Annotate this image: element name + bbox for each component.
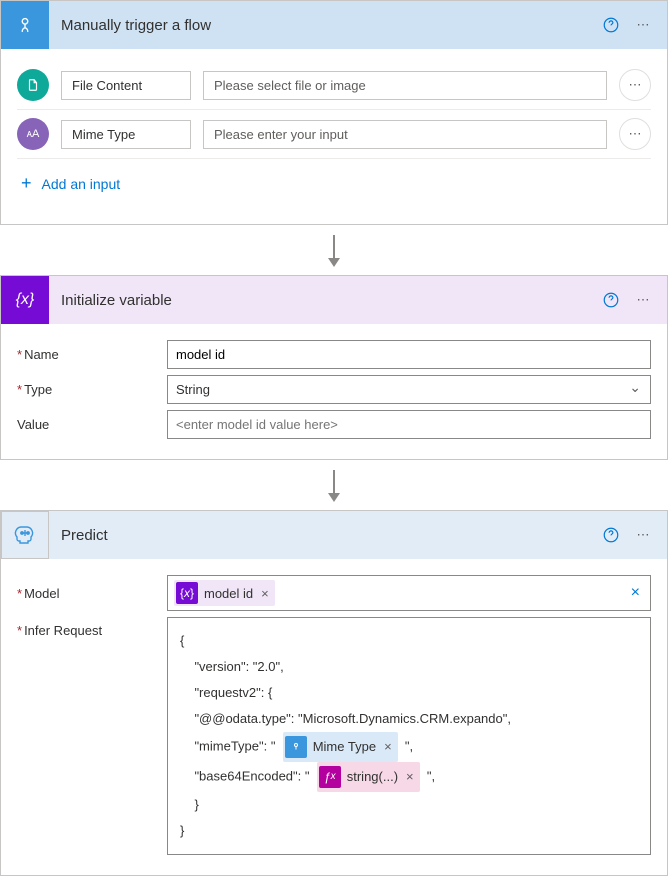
add-input-button[interactable]: + Add an input	[17, 159, 651, 208]
trigger-header[interactable]: Manually trigger a flow ⋯	[1, 1, 667, 49]
variable-icon: {x}	[1, 276, 49, 324]
type-select[interactable]: String	[167, 375, 651, 404]
predict-header[interactable]: Predict ⋯	[1, 511, 667, 559]
input-label-file[interactable]: File Content	[61, 71, 191, 100]
help-button[interactable]	[595, 519, 627, 551]
fx-icon: ƒx	[319, 766, 341, 788]
more-button[interactable]: ⋯	[627, 9, 659, 41]
token-remove-icon[interactable]: ×	[384, 734, 392, 760]
infer-label: *Infer Request	[17, 617, 167, 638]
model-label: *Model	[17, 586, 167, 601]
json-line: "mimeType": " Mime Type × ",	[180, 732, 638, 762]
token-remove-icon[interactable]: ×	[261, 586, 269, 601]
text-icon: ᴀA	[17, 118, 49, 150]
token-label: Mime Type	[313, 734, 376, 760]
token-mime-type[interactable]: Mime Type ×	[283, 732, 398, 762]
variable-icon: {x}	[176, 582, 198, 604]
json-line: "@@odata.type": "Microsoft.Dynamics.CRM.…	[180, 706, 638, 732]
json-line: "base64Encoded": " ƒx string(...) × ",	[180, 762, 638, 792]
more-button[interactable]: ⋯	[627, 519, 659, 551]
predict-title: Predict	[49, 527, 595, 544]
json-line: "requestv2": {	[180, 680, 638, 706]
token-label: model id	[204, 586, 253, 601]
token-expression[interactable]: ƒx string(...) ×	[317, 762, 420, 792]
flow-arrow	[0, 460, 668, 510]
json-line: }	[180, 792, 638, 818]
flow-arrow	[0, 225, 668, 275]
name-input[interactable]	[167, 340, 651, 369]
file-icon	[17, 69, 49, 101]
plus-icon: +	[21, 173, 32, 194]
input-field-file[interactable]: Please select file or image	[203, 71, 607, 100]
trigger-title: Manually trigger a flow	[49, 17, 595, 34]
infer-request-input[interactable]: { "version": "2.0", "requestv2": { "@@od…	[167, 617, 651, 855]
type-label: *Type	[17, 382, 167, 397]
json-line: {	[180, 628, 638, 654]
add-input-label: Add an input	[42, 176, 121, 192]
row-more-button[interactable]: ⋯	[619, 118, 651, 150]
help-button[interactable]	[595, 9, 627, 41]
trigger-input-row-file: File Content Please select file or image…	[17, 61, 651, 110]
initvar-header[interactable]: {x} Initialize variable ⋯	[1, 276, 667, 324]
trigger-input-row-mime: ᴀA Mime Type Please enter your input ⋯	[17, 110, 651, 159]
token-model-id[interactable]: {x} model id ×	[174, 580, 275, 606]
help-button[interactable]	[595, 284, 627, 316]
trigger-icon	[1, 1, 49, 49]
token-label: string(...)	[347, 764, 398, 790]
json-line: "version": "2.0",	[180, 654, 638, 680]
value-label: Value	[17, 417, 167, 432]
json-line: }	[180, 818, 638, 844]
predict-icon	[1, 511, 49, 559]
token-remove-icon[interactable]: ×	[406, 764, 414, 790]
clear-button[interactable]: ×	[627, 584, 644, 602]
more-button[interactable]: ⋯	[627, 284, 659, 316]
input-field-mime[interactable]: Please enter your input	[203, 120, 607, 149]
row-more-button[interactable]: ⋯	[619, 69, 651, 101]
value-input[interactable]	[167, 410, 651, 439]
initvar-title: Initialize variable	[49, 292, 595, 309]
trigger-icon	[285, 736, 307, 758]
input-label-mime[interactable]: Mime Type	[61, 120, 191, 149]
name-label: *Name	[17, 347, 167, 362]
model-input[interactable]: {x} model id × ×	[167, 575, 651, 611]
